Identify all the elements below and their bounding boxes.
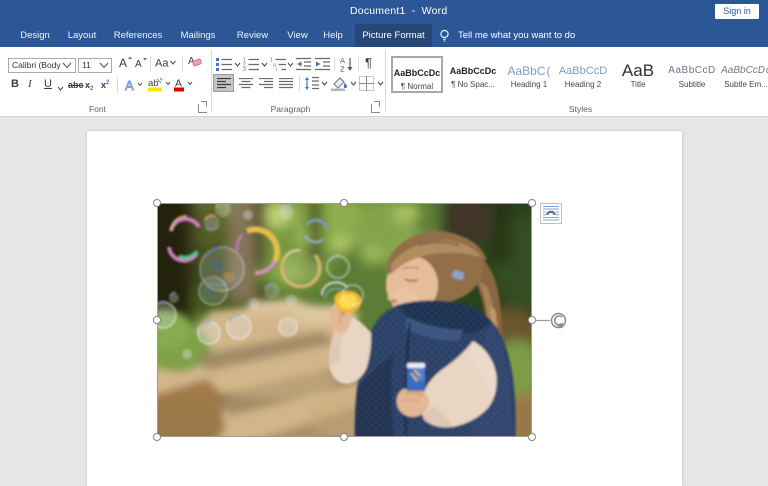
svg-text:i: i <box>276 67 277 71</box>
svg-text:3: 3 <box>243 67 246 71</box>
svg-text:A: A <box>135 59 142 68</box>
svg-text:A: A <box>125 78 134 92</box>
svg-text:Z: Z <box>340 65 345 73</box>
svg-text:Aa: Aa <box>155 58 169 69</box>
svg-text:A: A <box>119 56 127 68</box>
